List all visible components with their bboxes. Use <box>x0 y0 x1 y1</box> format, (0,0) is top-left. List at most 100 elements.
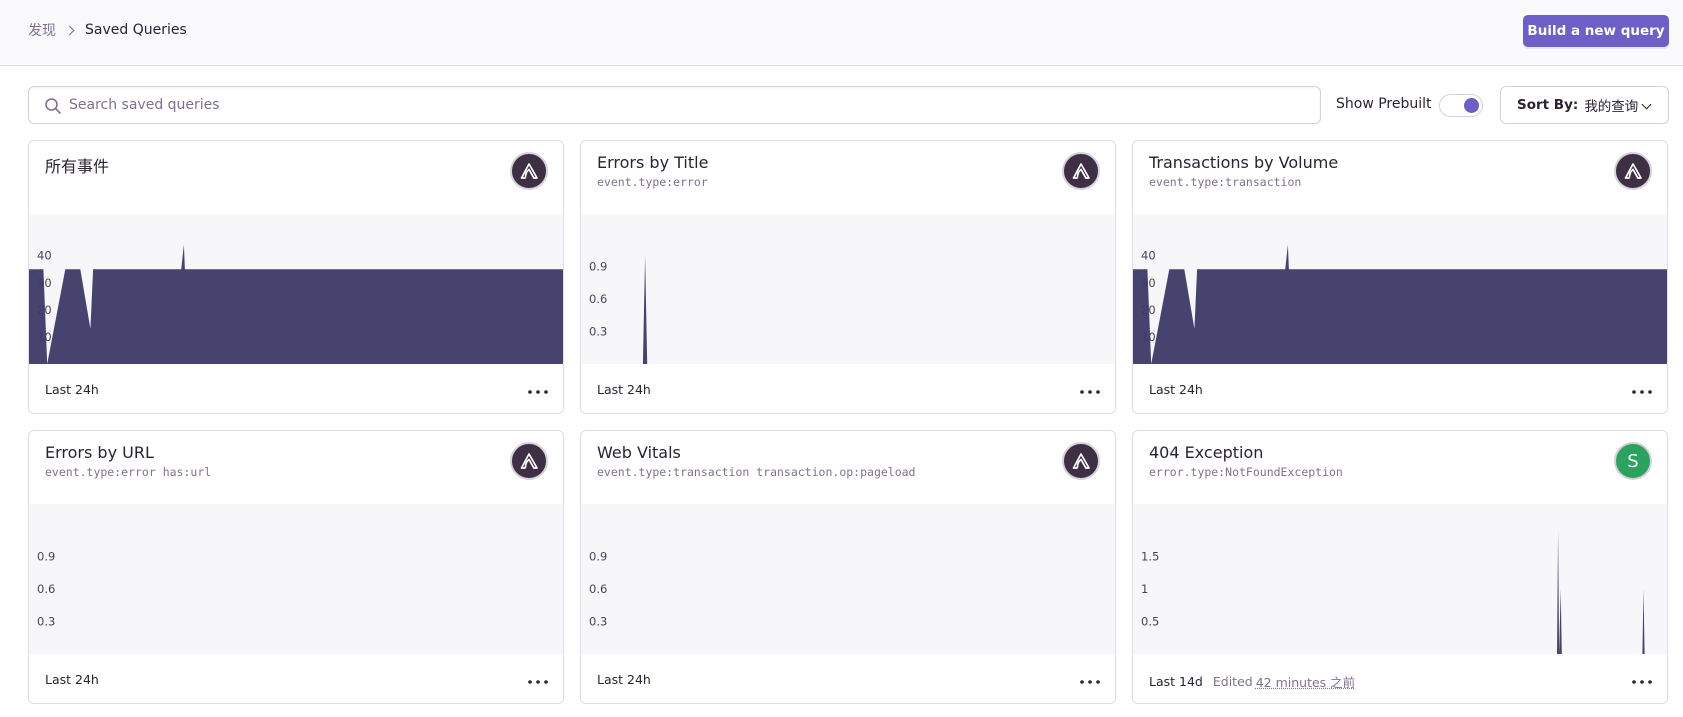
card-footer: Last 14d Edited 42 minutes 之前 <box>1149 672 1355 691</box>
page-header: 发现 Saved Queries Build a new query <box>0 0 1683 66</box>
series-area <box>1133 244 1667 364</box>
card-footer: Last 24h <box>597 672 651 687</box>
sentry-logo-icon <box>1072 453 1090 469</box>
sentry-logo-icon <box>1624 163 1642 179</box>
avatar <box>1614 152 1652 190</box>
time-range: Last 24h <box>1149 382 1203 397</box>
card-title: Errors by URL <box>45 443 154 462</box>
y-tick-label: 1.5 <box>1141 550 1159 564</box>
y-tick-label: 1 <box>1141 582 1148 596</box>
query-card[interactable]: Errors by URL event.type:error has:url 0.9… <box>28 430 564 704</box>
y-tick-label: 0.9 <box>37 550 55 564</box>
card-title: Errors by Title <box>597 153 709 172</box>
ellipsis-icon <box>1632 390 1652 394</box>
card-query: event.type:error has:url <box>45 465 212 479</box>
search-bar[interactable] <box>28 86 1321 124</box>
chart-svg: 1.5 1 0.5 <box>1133 530 1667 654</box>
ellipsis-icon <box>1080 680 1100 684</box>
avatar <box>1062 152 1100 190</box>
card-chart: 0.9 0.6 0.3 <box>29 504 563 654</box>
ellipsis-icon <box>1632 680 1652 684</box>
avatar <box>510 442 548 480</box>
breadcrumb-discover-link[interactable]: 发现 <box>28 20 56 40</box>
card-query: event.type:error <box>597 175 708 189</box>
show-prebuilt-toggle[interactable] <box>1439 94 1483 117</box>
chart-svg: 40302010 <box>1133 244 1667 364</box>
card-footer: Last 24h <box>45 382 99 397</box>
card-chart: 0.9 0.6 0.3 <box>581 214 1115 364</box>
card-title: Transactions by Volume <box>1149 153 1339 172</box>
time-range: Last 24h <box>597 382 651 397</box>
chevron-down-icon <box>1641 99 1652 110</box>
y-tick-label: 40 <box>37 249 52 263</box>
card-footer: Last 24h <box>45 672 99 687</box>
query-card[interactable]: Transactions by Volume event.type:transac… <box>1132 140 1668 414</box>
card-chart: 1.5 1 0.5 <box>1133 504 1667 654</box>
card-query: event.type:transaction <box>1149 175 1302 189</box>
sort-label: Sort By: <box>1517 97 1579 113</box>
card-menu-button[interactable] <box>1079 671 1101 691</box>
card-chart: 40302010 <box>29 214 563 364</box>
page-title: Saved Queries <box>85 22 187 38</box>
series-area <box>1133 530 1667 654</box>
query-card[interactable]: 404 Exception error.type:NotFoundExceptio… <box>1132 430 1668 704</box>
y-tick-label: 0.3 <box>589 325 607 339</box>
ellipsis-icon <box>528 680 548 684</box>
y-tick-label: 0.9 <box>589 260 607 274</box>
chart-svg: 40302010 <box>29 244 563 364</box>
chevron-right-icon <box>64 25 75 35</box>
sort-dropdown[interactable]: Sort By: 我的查询 <box>1500 86 1669 124</box>
time-range: Last 24h <box>597 672 651 687</box>
ellipsis-icon <box>528 390 548 394</box>
y-tick-label: 0.9 <box>589 550 607 564</box>
y-tick-label: 0.3 <box>589 615 607 629</box>
y-tick-label: 40 <box>1141 249 1156 263</box>
search-icon <box>45 98 61 114</box>
card-menu-button[interactable] <box>1079 381 1101 401</box>
avatar <box>1062 442 1100 480</box>
card-menu-button[interactable] <box>1631 381 1653 401</box>
y-tick-label: 0.6 <box>37 582 55 596</box>
card-menu-button[interactable] <box>527 671 549 691</box>
query-card[interactable]: Errors by Title event.type:error 0.9 0.6 0.3… <box>580 140 1116 414</box>
breadcrumb: 发现 Saved Queries <box>28 20 187 40</box>
card-query: event.type:transaction transaction.op:pa… <box>597 465 916 479</box>
edited-label: Edited <box>1212 674 1253 689</box>
sentry-logo-icon <box>520 163 538 179</box>
card-title: Web Vitals <box>597 443 681 462</box>
card-footer: Last 24h <box>1149 382 1203 397</box>
avatar <box>510 152 548 190</box>
card-menu-button[interactable] <box>527 381 549 401</box>
sentry-logo-icon <box>520 453 538 469</box>
card-query: error.type:NotFoundException <box>1149 465 1343 479</box>
series-area <box>29 244 563 364</box>
chart-svg: 0.9 0.6 0.3 <box>589 550 607 629</box>
build-new-query-button[interactable]: Build a new query <box>1523 15 1669 47</box>
edited-timestamp: 42 minutes 之前 <box>1255 675 1356 690</box>
query-card[interactable]: 所有事件 40302010 Last 24h <box>28 140 564 414</box>
sentry-logo-icon <box>1072 163 1090 179</box>
card-chart: 40302010 <box>1133 214 1667 364</box>
query-card[interactable]: Web Vitals event.type:transaction transac… <box>580 430 1116 704</box>
time-range: Last 24h <box>45 672 99 687</box>
y-tick-label: 0.6 <box>589 582 607 596</box>
y-tick-label: 0.3 <box>37 615 55 629</box>
ellipsis-icon <box>1080 390 1100 394</box>
toggle-knob <box>1464 98 1479 113</box>
time-range: Last 24h <box>45 382 99 397</box>
card-chart: 0.9 0.6 0.3 <box>581 504 1115 654</box>
series-area <box>581 255 1115 364</box>
show-prebuilt-label: Show Prebuilt <box>1336 96 1432 112</box>
card-title: 所有事件 <box>45 157 110 176</box>
chart-svg: 0.9 0.6 0.3 <box>37 550 55 629</box>
y-tick-label: 0.5 <box>1141 615 1159 629</box>
user-avatar: S <box>1614 442 1652 480</box>
chart-svg: 0.9 0.6 0.3 <box>581 255 1115 364</box>
time-range: Last 14d <box>1149 674 1203 689</box>
card-footer: Last 24h <box>597 382 651 397</box>
sort-value: 我的查询 <box>1584 99 1639 115</box>
card-menu-button[interactable] <box>1631 671 1653 691</box>
card-title: 404 Exception <box>1149 443 1264 462</box>
search-input[interactable] <box>69 87 1309 123</box>
y-tick-label: 0.6 <box>589 292 607 306</box>
